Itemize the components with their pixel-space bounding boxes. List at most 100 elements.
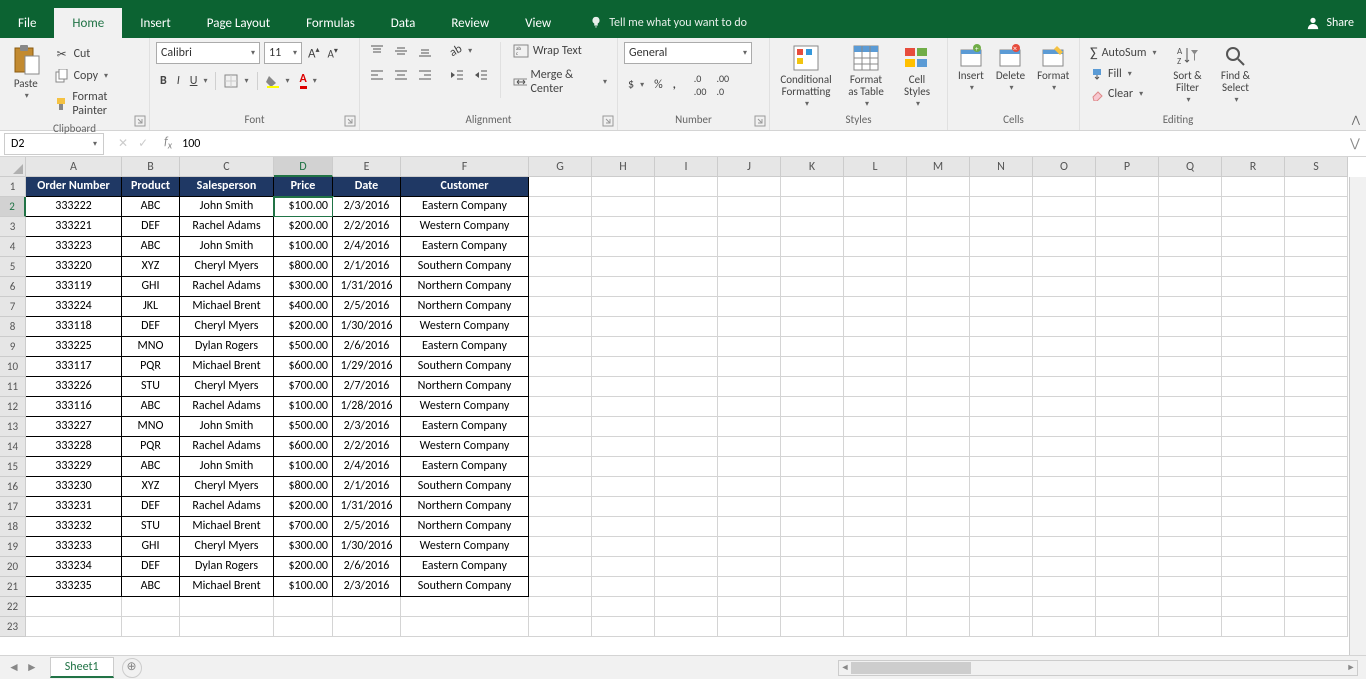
cell[interactable]: [781, 597, 844, 617]
cell[interactable]: [907, 417, 970, 437]
cell[interactable]: [401, 617, 529, 637]
orientation-button[interactable]: ab▾: [446, 42, 476, 60]
cell[interactable]: [718, 477, 781, 497]
cell[interactable]: [1033, 377, 1096, 397]
formula-input[interactable]: [178, 133, 1350, 155]
cell[interactable]: [655, 497, 718, 517]
cell[interactable]: [1159, 597, 1222, 617]
table-cell[interactable]: Eastern Company: [401, 237, 529, 257]
cell[interactable]: [844, 597, 907, 617]
table-cell[interactable]: 1/28/2016: [333, 397, 401, 417]
table-cell[interactable]: Western Company: [401, 537, 529, 557]
cell[interactable]: [592, 317, 655, 337]
table-cell[interactable]: DEF: [122, 497, 180, 517]
table-cell[interactable]: Southern Company: [401, 577, 529, 597]
cell[interactable]: [274, 617, 333, 637]
table-cell[interactable]: 2/6/2016: [333, 337, 401, 357]
cell[interactable]: [844, 317, 907, 337]
cell[interactable]: [592, 497, 655, 517]
cell[interactable]: [907, 497, 970, 517]
row-header[interactable]: 8: [0, 317, 26, 337]
row-header[interactable]: 6: [0, 277, 26, 297]
cell[interactable]: [907, 437, 970, 457]
cell[interactable]: [592, 237, 655, 257]
cell[interactable]: [718, 497, 781, 517]
cell[interactable]: [180, 617, 274, 637]
cell[interactable]: [655, 337, 718, 357]
table-cell[interactable]: PQR: [122, 437, 180, 457]
decrease-decimal-button[interactable]: .00.0: [712, 70, 733, 100]
cell[interactable]: [180, 597, 274, 617]
sheet-nav-prev-button[interactable]: ◄: [8, 660, 20, 675]
table-cell[interactable]: Eastern Company: [401, 197, 529, 217]
cell[interactable]: [907, 197, 970, 217]
table-cell[interactable]: Northern Company: [401, 497, 529, 517]
cell[interactable]: [655, 437, 718, 457]
cell[interactable]: [1222, 577, 1285, 597]
cell[interactable]: [1096, 597, 1159, 617]
table-cell[interactable]: DEF: [122, 217, 180, 237]
cell[interactable]: [1159, 417, 1222, 437]
table-cell[interactable]: 333231: [26, 497, 122, 517]
cell[interactable]: [1159, 537, 1222, 557]
cell[interactable]: [1096, 557, 1159, 577]
table-cell[interactable]: Rachel Adams: [180, 497, 274, 517]
cell[interactable]: [1159, 257, 1222, 277]
cell[interactable]: [970, 477, 1033, 497]
tell-me-search[interactable]: Tell me what you want to do: [589, 8, 747, 38]
cell[interactable]: [592, 297, 655, 317]
cell[interactable]: [844, 417, 907, 437]
column-header[interactable]: D: [274, 157, 333, 177]
column-header[interactable]: I: [655, 157, 718, 177]
cell[interactable]: [529, 237, 592, 257]
table-cell[interactable]: 2/6/2016: [333, 557, 401, 577]
cell[interactable]: [781, 257, 844, 277]
table-cell[interactable]: $800.00: [274, 477, 333, 497]
table-cell[interactable]: Cheryl Myers: [180, 257, 274, 277]
table-cell[interactable]: ABC: [122, 197, 180, 217]
cell[interactable]: [718, 397, 781, 417]
cell[interactable]: [1033, 197, 1096, 217]
table-cell[interactable]: 333229: [26, 457, 122, 477]
cell[interactable]: [781, 537, 844, 557]
cell[interactable]: [970, 337, 1033, 357]
cell[interactable]: [592, 537, 655, 557]
cell[interactable]: [844, 237, 907, 257]
cell[interactable]: [655, 177, 718, 197]
cell[interactable]: [655, 357, 718, 377]
expand-formula-bar-button[interactable]: ⋁: [1350, 136, 1366, 151]
row-header[interactable]: 9: [0, 337, 26, 357]
table-cell[interactable]: ABC: [122, 577, 180, 597]
cell[interactable]: [529, 217, 592, 237]
insert-cells-button[interactable]: + Insert▾: [954, 42, 988, 95]
cell[interactable]: [1096, 337, 1159, 357]
decrease-font-button[interactable]: A▾: [326, 44, 340, 63]
cell[interactable]: [1096, 517, 1159, 537]
table-cell[interactable]: Rachel Adams: [180, 277, 274, 297]
cell[interactable]: [907, 577, 970, 597]
cell[interactable]: [1222, 277, 1285, 297]
cell[interactable]: [655, 577, 718, 597]
row-header[interactable]: 3: [0, 217, 26, 237]
cell[interactable]: [718, 197, 781, 217]
table-cell[interactable]: Rachel Adams: [180, 397, 274, 417]
table-cell[interactable]: ABC: [122, 457, 180, 477]
cell[interactable]: [1033, 537, 1096, 557]
cell[interactable]: [1096, 317, 1159, 337]
cell[interactable]: [907, 217, 970, 237]
cell[interactable]: [718, 277, 781, 297]
cell[interactable]: [1285, 257, 1348, 277]
cell[interactable]: [529, 497, 592, 517]
cell[interactable]: [844, 197, 907, 217]
table-cell[interactable]: 1/30/2016: [333, 317, 401, 337]
cell[interactable]: [1159, 217, 1222, 237]
cell[interactable]: [718, 297, 781, 317]
cell[interactable]: [1285, 617, 1348, 637]
table-cell[interactable]: $300.00: [274, 537, 333, 557]
align-middle-button[interactable]: [390, 42, 412, 60]
cell[interactable]: [26, 597, 122, 617]
cell[interactable]: [1033, 257, 1096, 277]
cell[interactable]: [1033, 597, 1096, 617]
spreadsheet-grid[interactable]: ABCDEFGHIJKLMNOPQRS 12345678910111213141…: [0, 157, 1366, 655]
cell[interactable]: [1033, 177, 1096, 197]
